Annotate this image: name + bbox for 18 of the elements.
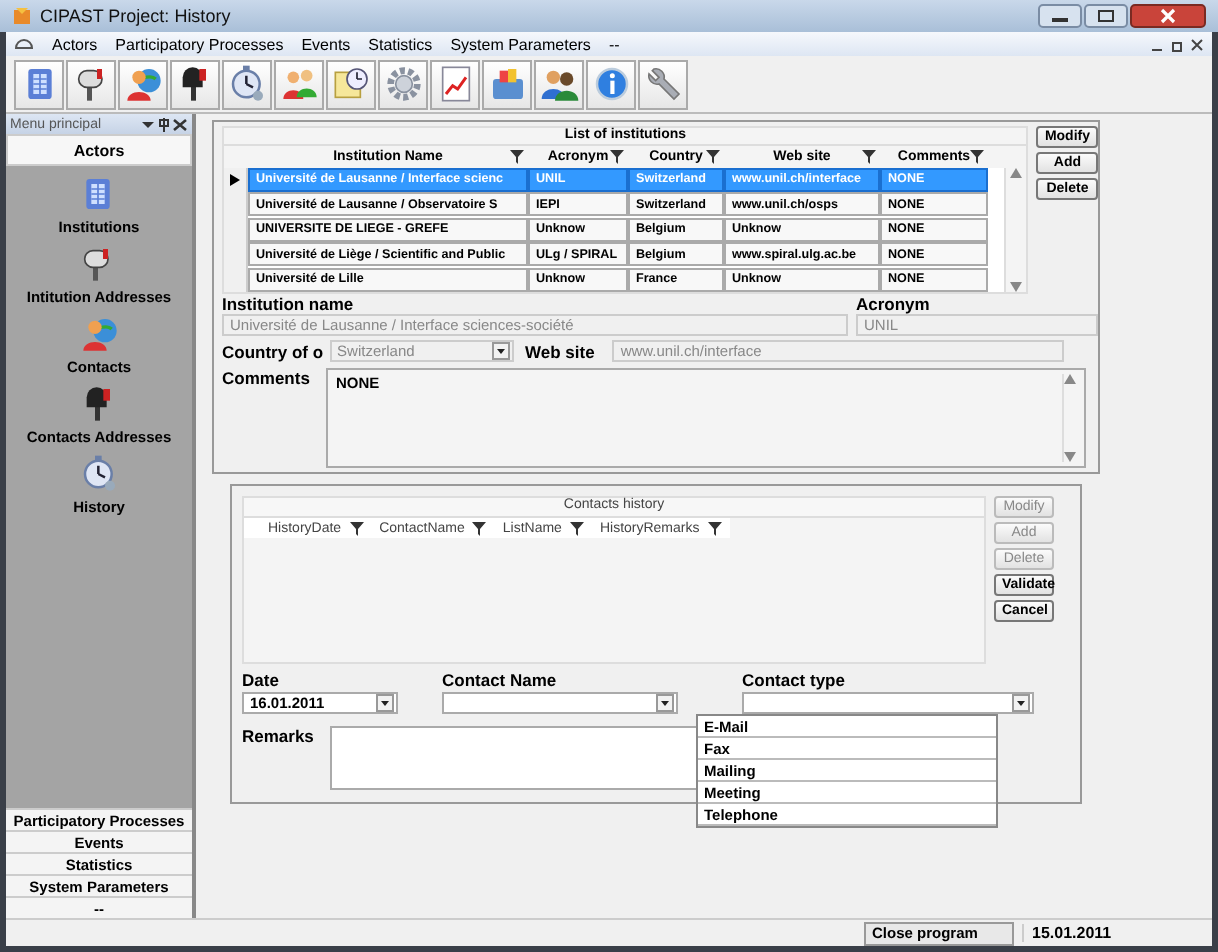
field-label: Contact Name	[442, 670, 559, 690]
menu-item[interactable]: System Parameters	[450, 35, 591, 53]
menu-item[interactable]: Events	[301, 35, 351, 53]
menu-item[interactable]: Actors	[52, 35, 98, 53]
menu-item[interactable]: --	[608, 35, 620, 53]
field-label: Country of o	[222, 341, 324, 361]
menu-item[interactable]: Participatory Processes	[115, 35, 284, 53]
section-header[interactable]: Actors	[6, 134, 192, 166]
status-date: 15.01.2011	[1022, 924, 1132, 942]
field-label: Institution name	[222, 294, 356, 314]
window-title: CIPAST Project: History	[40, 6, 233, 26]
field-label: Contact type	[742, 670, 847, 690]
field-label: Remarks	[242, 726, 310, 750]
menu-item[interactable]: Statistics	[368, 35, 433, 53]
field-label: Date	[242, 670, 281, 690]
field-label: Acronym	[856, 294, 932, 314]
field-label: Comments	[222, 368, 312, 392]
field-label: Web site	[525, 341, 595, 361]
